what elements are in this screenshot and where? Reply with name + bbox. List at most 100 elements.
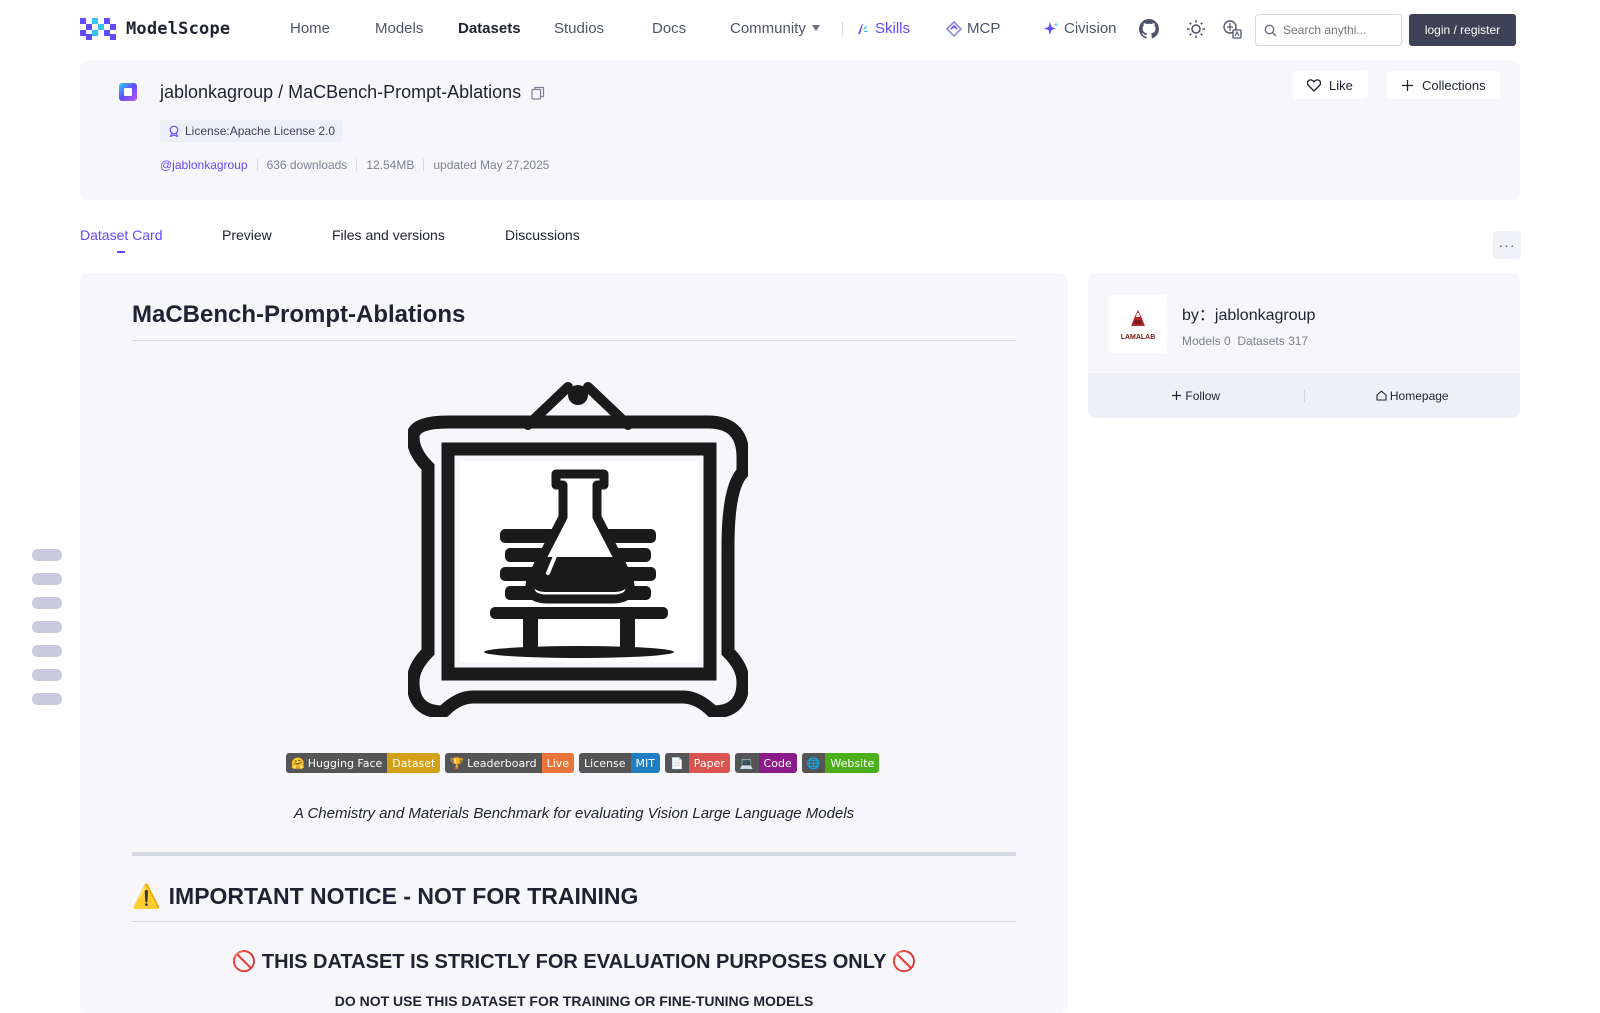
badge-right-label: Website	[825, 753, 880, 773]
badge-left: 🤗 Hugging Face	[286, 753, 388, 773]
readme-badge[interactable]: 💻 Code	[734, 753, 797, 773]
nav-community-label: Community	[730, 20, 806, 37]
nav-civision-label: Civision	[1064, 20, 1117, 37]
badge-left: 💻	[734, 753, 759, 773]
nav-community[interactable]: Community	[730, 20, 820, 37]
plus-icon	[1402, 79, 1413, 91]
homepage-button[interactable]: Homepage	[1305, 389, 1521, 403]
readme-badge[interactable]: 🏆 Leaderboard Live	[445, 753, 575, 773]
meta-divider	[423, 159, 425, 171]
license-icon	[169, 125, 179, 137]
owner-card: LAMALAB by：jablonkagroup Models 0 Datase…	[1088, 273, 1520, 418]
like-button[interactable]: Like	[1293, 71, 1368, 99]
toc-marker[interactable]	[32, 669, 62, 681]
badge-icon: 🌐	[806, 756, 821, 770]
homepage-label: Homepage	[1389, 388, 1449, 403]
search-box[interactable]	[1255, 14, 1402, 46]
readme-badge[interactable]: License MIT	[579, 753, 660, 773]
dataset-path: jablonkagroup / MaCBench-Prompt-Ablation…	[160, 82, 522, 102]
badge-icon: 📄	[669, 756, 684, 770]
nav-docs[interactable]: Docs	[652, 20, 686, 37]
warning-icon: ⚠️	[132, 883, 161, 909]
tab-files-and-versions[interactable]: Files and versions	[332, 227, 445, 243]
card-title: MaCBench-Prompt-Ablations	[132, 301, 466, 328]
mcp-icon	[946, 20, 962, 37]
tab-dataset-card[interactable]: Dataset Card	[80, 227, 162, 243]
badge-row: 🤗 Hugging Face Dataset 🏆 Leaderboard Live Lice…	[286, 753, 880, 773]
notice-divider	[132, 921, 1016, 922]
badge-left: 📄	[664, 753, 689, 773]
meta-divider	[256, 159, 258, 171]
owner-datasets-count: Datasets 317	[1237, 334, 1309, 348]
nav-skills[interactable]: Skills	[856, 20, 910, 37]
skills-icon	[858, 23, 868, 34]
nav-studios[interactable]: Studios	[554, 20, 604, 37]
follow-button[interactable]: Follow	[1088, 389, 1304, 403]
dataset-title: jablonkagroup / MaCBench-Prompt-Ablation…	[160, 82, 545, 103]
badge-left-label: Hugging Face	[307, 756, 383, 770]
license-tag[interactable]: License:Apache License 2.0	[160, 120, 344, 142]
readme-badge[interactable]: 🌐 Website	[801, 753, 880, 773]
owner-models-count: Models 0	[1182, 334, 1231, 348]
important-notice-heading: ⚠️ IMPORTANT NOTICE - NOT FOR TRAINING	[132, 883, 638, 910]
collections-button[interactable]: Collections	[1387, 71, 1500, 99]
prohibited-icon: 🚫	[891, 951, 917, 973]
login-register-button[interactable]: login / register	[1409, 14, 1516, 46]
badge-icon: 💻	[739, 756, 754, 770]
toc-marker[interactable]	[32, 693, 62, 705]
badge-left: 🌐	[801, 753, 826, 773]
toc-marker[interactable]	[32, 597, 62, 609]
section-divider	[132, 852, 1016, 856]
dataset-size: 12.54MB	[366, 158, 415, 172]
avatar-label: LAMALAB	[1120, 333, 1156, 341]
badge-icon: 🤗	[291, 756, 305, 770]
badge-icon: 🏆	[450, 756, 465, 770]
collections-label: Collections	[1422, 77, 1486, 93]
readme-badge[interactable]: 🤗 Hugging Face Dataset	[286, 753, 441, 773]
framed-flask-logo-icon	[408, 382, 748, 717]
readme-badge[interactable]: 📄 Paper	[664, 753, 730, 773]
badge-right-label: MIT	[630, 753, 660, 773]
nav-mcp-label: MCP	[967, 20, 1001, 37]
copy-icon[interactable]	[531, 86, 545, 100]
more-options-button[interactable]: ···	[1493, 231, 1521, 259]
meta-divider	[356, 159, 358, 171]
chevron-down-icon	[811, 25, 820, 31]
search-input[interactable]	[1283, 23, 1393, 37]
top-nav: ModelScope Home Models Datasets Studios …	[0, 0, 1600, 58]
nav-mcp[interactable]: MCP	[946, 20, 1000, 37]
logo-mark-icon	[80, 18, 118, 40]
badge-right-label: Code	[758, 753, 797, 773]
owner-name[interactable]: by：jablonkagroup	[1182, 301, 1315, 325]
toc-marker[interactable]	[32, 549, 62, 561]
theme-sun-icon[interactable]	[1186, 19, 1206, 39]
nav-skills-label: Skills	[875, 20, 911, 37]
dataset-header: jablonkagroup / MaCBench-Prompt-Ablation…	[80, 60, 1520, 200]
title-divider	[132, 340, 1016, 341]
card-tagline: A Chemistry and Materials Benchmark for …	[293, 805, 855, 822]
badge-right-label: Live	[541, 753, 575, 773]
dataset-card-content: MaCBench-Prompt-Ablations 🤗 Hugging Face D…	[80, 273, 1068, 1013]
tab-discussions[interactable]: Discussions	[505, 227, 580, 243]
toc-marker[interactable]	[32, 645, 62, 657]
nav-datasets[interactable]: Datasets	[458, 20, 521, 37]
github-icon[interactable]	[1139, 19, 1159, 39]
tab-preview[interactable]: Preview	[222, 227, 272, 243]
nav-divider	[842, 22, 843, 36]
do-not-train-text: DO NOT USE THIS DATASET FOR TRAINING OR …	[334, 993, 814, 1009]
owner-avatar[interactable]: LAMALAB	[1109, 295, 1167, 353]
important-notice-text: IMPORTANT NOTICE - NOT FOR TRAINING	[168, 883, 639, 909]
language-icon[interactable]	[1222, 19, 1242, 39]
license-label: License:Apache License 2.0	[185, 124, 336, 138]
nav-home[interactable]: Home	[290, 20, 330, 37]
toc-marker[interactable]	[32, 573, 62, 585]
brand-logo[interactable]: ModelScope	[80, 18, 230, 40]
toc-marker[interactable]	[32, 621, 62, 633]
owner-stats: Models 0 Datasets 317	[1182, 334, 1308, 348]
heart-icon	[1307, 78, 1321, 92]
nav-models[interactable]: Models	[375, 20, 423, 37]
toc-rail	[32, 549, 62, 717]
badge-left: 🏆 Leaderboard	[445, 753, 542, 773]
nav-civision[interactable]: Civision	[1043, 20, 1117, 37]
owner-link[interactable]: @jablonkagroup	[160, 158, 248, 172]
